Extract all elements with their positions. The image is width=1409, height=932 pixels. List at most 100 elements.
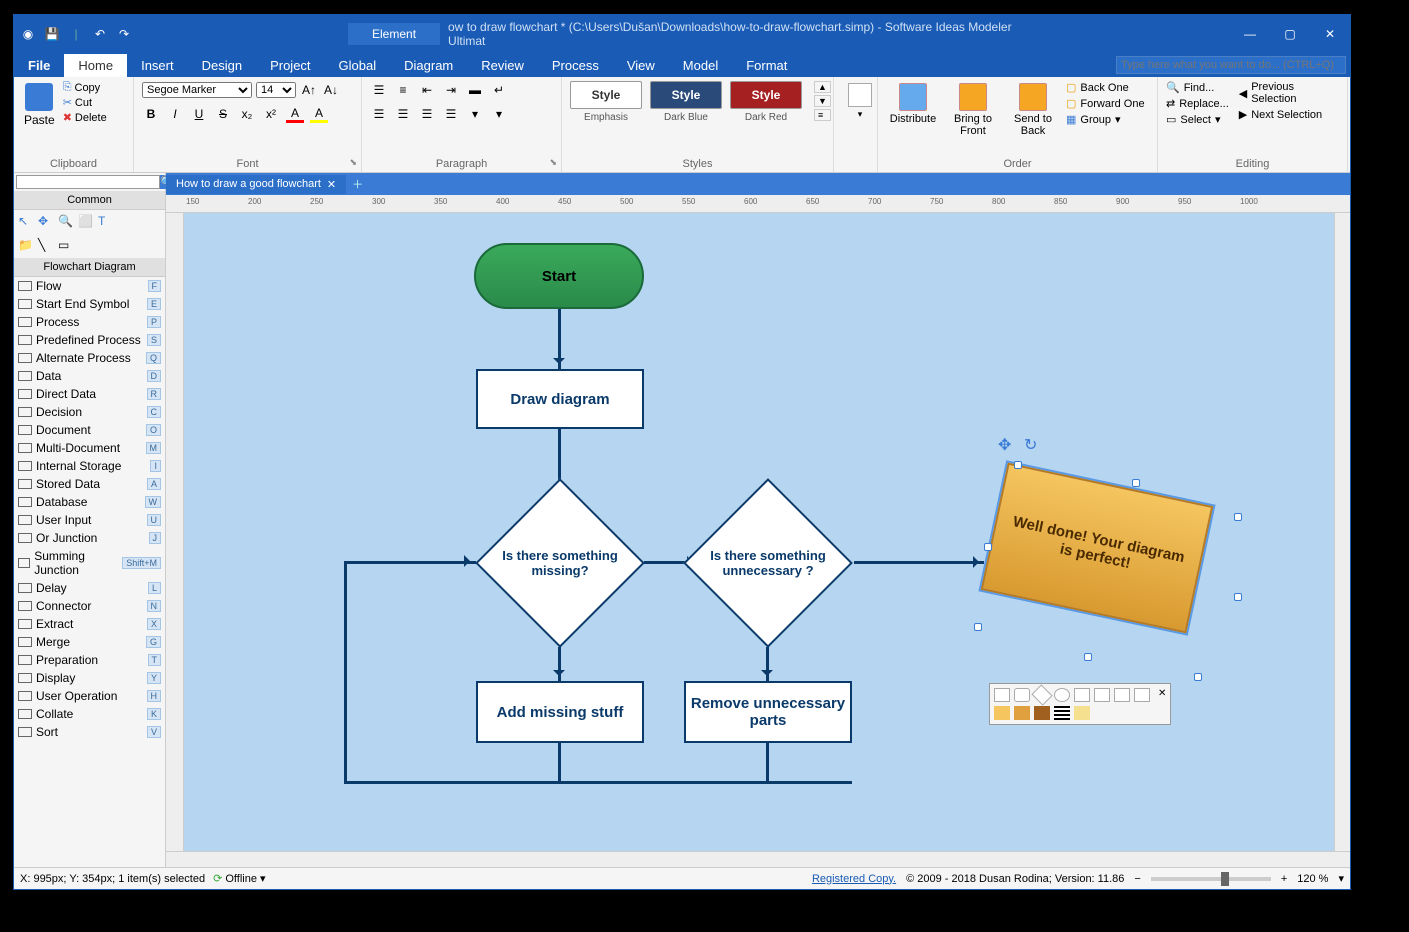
move-tool-icon[interactable]: ✥ [38, 214, 54, 230]
qat-redo-icon[interactable]: ↷ [116, 26, 132, 42]
ctx-cylinder-icon[interactable] [1094, 688, 1110, 702]
toolbox-item-document[interactable]: DocumentO [14, 421, 165, 439]
underline-button[interactable]: U [190, 105, 208, 123]
shrink-font-icon[interactable]: A↓ [322, 81, 340, 99]
ctx-ellipse-icon[interactable] [1054, 688, 1070, 702]
ctx-color-2[interactable] [1014, 706, 1030, 720]
zoom-dropdown-icon[interactable]: ▾ [1338, 872, 1344, 885]
font-family-select[interactable]: Segoe Marker [142, 82, 252, 98]
outdent-button[interactable]: ⇤ [418, 81, 436, 99]
strike-button[interactable]: S [214, 105, 232, 123]
qat-save-icon[interactable]: 💾 [44, 26, 60, 42]
subscript-button[interactable]: x₂ [238, 105, 256, 123]
move-handle-icon[interactable]: ✥ [998, 435, 1011, 455]
font-color-button[interactable]: A [286, 105, 304, 123]
columns-button[interactable]: ▬ [466, 81, 484, 99]
cut-button[interactable]: ✂Cut [63, 96, 107, 109]
sel-handle-ml[interactable] [984, 543, 992, 551]
find-button[interactable]: 🔍Find... [1166, 81, 1229, 94]
sel-handle-tm[interactable] [1132, 479, 1140, 487]
sel-handle-br[interactable] [1194, 673, 1202, 681]
toolbox-item-database[interactable]: DatabaseW [14, 493, 165, 511]
pointer-tool-icon[interactable]: ↖ [18, 214, 34, 230]
menu-model[interactable]: Model [669, 54, 732, 77]
menu-review[interactable]: Review [467, 54, 538, 77]
sel-handle-bl[interactable] [974, 623, 982, 631]
menu-process[interactable]: Process [538, 54, 613, 77]
send-back-button[interactable]: Send to Back [1006, 81, 1060, 139]
arrow-to-done[interactable] [854, 561, 984, 564]
container-tool-icon[interactable]: ▭ [58, 238, 74, 254]
registered-link[interactable]: Registered Copy. [812, 873, 896, 885]
back-one-button[interactable]: ▢Back One [1066, 81, 1145, 94]
ctx-diamond-icon[interactable] [1031, 684, 1052, 705]
menu-format[interactable]: Format [732, 54, 801, 77]
style-dark-red[interactable]: StyleDark Red [730, 81, 802, 123]
toolbox-item-preparation[interactable]: PreparationT [14, 651, 165, 669]
wrap-button[interactable]: ↵ [490, 81, 508, 99]
toolbox-item-user-operation[interactable]: User OperationH [14, 687, 165, 705]
sel-handle-tl[interactable] [1014, 461, 1022, 469]
menu-insert[interactable]: Insert [127, 54, 188, 77]
toolbox-item-internal-storage[interactable]: Internal StorageI [14, 457, 165, 475]
menu-design[interactable]: Design [188, 54, 256, 77]
toolbox-item-stored-data[interactable]: Stored DataA [14, 475, 165, 493]
style-scroll-up[interactable]: ▲ [814, 81, 831, 93]
menu-file[interactable]: File [14, 54, 64, 77]
copy-button[interactable]: ⎘Copy [63, 81, 107, 94]
loop-arrow-4[interactable] [558, 743, 561, 783]
toolbox-item-or-junction[interactable]: Or JunctionJ [14, 529, 165, 547]
arrow-missing-to-add[interactable] [558, 647, 561, 681]
vertical-scrollbar[interactable] [1334, 213, 1350, 851]
bring-front-button[interactable]: Bring to Front [946, 81, 1000, 139]
minimize-button[interactable]: — [1230, 19, 1270, 49]
bold-button[interactable]: B [142, 105, 160, 123]
group-button[interactable]: ▦Group ▾ [1066, 113, 1145, 126]
toolbox-item-connector[interactable]: ConnectorN [14, 597, 165, 615]
toolbox-item-decision[interactable]: DecisionC [14, 403, 165, 421]
ctx-pattern[interactable] [1054, 706, 1070, 720]
prev-selection-button[interactable]: ◀Previous Selection [1239, 81, 1339, 105]
menu-global[interactable]: Global [325, 54, 391, 77]
sel-handle-mr[interactable] [1234, 593, 1242, 601]
document-tab-close-icon[interactable]: ✕ [327, 178, 336, 191]
maximize-button[interactable]: ▢ [1270, 19, 1310, 49]
zoom-thumb[interactable] [1221, 872, 1229, 886]
start-node[interactable]: Start [474, 243, 644, 309]
new-tab-button[interactable]: ＋ [346, 176, 369, 192]
context-tab-element[interactable]: Element [348, 23, 440, 45]
rotate-handle-icon[interactable]: ↻ [1024, 435, 1037, 455]
toolbox-item-user-input[interactable]: User InputU [14, 511, 165, 529]
draw-diagram-node[interactable]: Draw diagram [476, 369, 644, 429]
toolbox-item-flow[interactable]: FlowF [14, 277, 165, 295]
style-expand[interactable]: ≡ [814, 109, 831, 121]
toolbox-item-extract[interactable]: ExtractX [14, 615, 165, 633]
canvas[interactable]: Start Draw diagram Is there something mi… [184, 213, 1350, 851]
highlight-button[interactable]: A [310, 105, 328, 123]
align-justify-button[interactable]: ☰ [442, 105, 460, 123]
select-button[interactable]: ▭Select ▾ [1166, 113, 1229, 126]
line-tool-icon[interactable]: ╲ [38, 238, 54, 254]
ctx-document-icon[interactable] [1114, 688, 1130, 702]
menu-diagram[interactable]: Diagram [390, 54, 467, 77]
toolbox-item-data[interactable]: DataD [14, 367, 165, 385]
loop-arrow-5[interactable] [766, 743, 769, 783]
sticky-note[interactable]: Well done! Your diagram is perfect! [981, 463, 1213, 634]
ctx-rect-icon[interactable] [994, 688, 1010, 702]
sel-handle-bm[interactable] [1084, 653, 1092, 661]
toolbox-item-process[interactable]: ProcessP [14, 313, 165, 331]
italic-button[interactable]: I [166, 105, 184, 123]
toolbox-item-multi-document[interactable]: Multi-DocumentM [14, 439, 165, 457]
valign-button[interactable]: ▾ [466, 105, 484, 123]
numbering-button[interactable]: ≡ [394, 81, 412, 99]
next-selection-button[interactable]: ▶Next Selection [1239, 108, 1339, 121]
help-search-input[interactable] [1116, 56, 1346, 74]
ctx-color-3[interactable] [1034, 706, 1050, 720]
zoom-level[interactable]: 120 % [1297, 873, 1328, 885]
align-left-button[interactable]: ☰ [370, 105, 388, 123]
toolbox-item-summing-junction[interactable]: Summing JunctionShift+M [14, 547, 165, 579]
document-tab[interactable]: How to draw a good flowchart ✕ [166, 175, 346, 194]
zoom-in-button[interactable]: + [1281, 873, 1287, 885]
folder-tool-icon[interactable]: 📁 [18, 238, 34, 254]
align-split-button[interactable]: ▾ [842, 81, 878, 122]
